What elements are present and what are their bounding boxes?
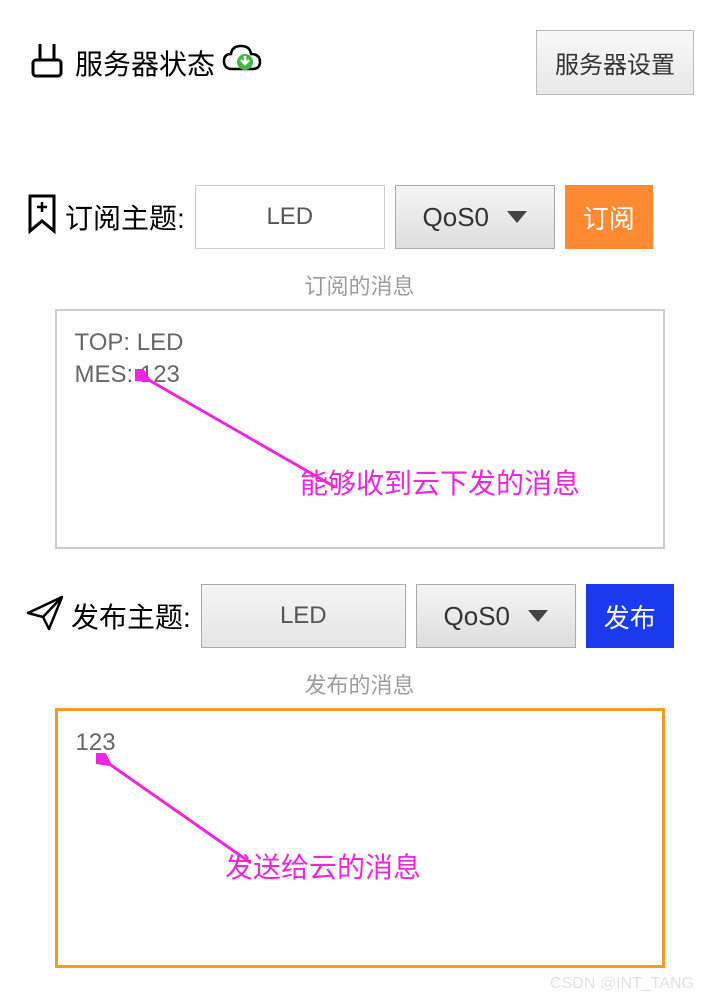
publish-qos-select[interactable]: QoS0 — [416, 584, 576, 648]
server-status-label: 服务器状态 — [75, 43, 215, 83]
bookmark-icon — [25, 193, 59, 242]
publish-topic-input[interactable] — [201, 584, 406, 648]
server-settings-button[interactable]: 服务器设置 — [536, 30, 694, 95]
publish-message-box[interactable]: 123 — [55, 708, 665, 968]
publish-label-group: 发布主题: — [25, 593, 191, 640]
subscribe-msg-top: TOP: LED — [75, 327, 645, 359]
publish-button[interactable]: 发布 — [586, 584, 674, 648]
chevron-down-icon — [528, 610, 548, 622]
subscribe-qos-value: QoS0 — [423, 202, 490, 233]
chevron-down-icon — [507, 211, 527, 223]
subscribe-message-box: TOP: LED MES: 123 — [55, 309, 665, 549]
publish-messages-caption: 发布的消息 — [25, 668, 694, 700]
watermark-text: CSDN @INT_TANG — [550, 975, 694, 993]
server-status-group: 服务器状态 — [25, 38, 263, 87]
subscribe-button[interactable]: 订阅 — [565, 185, 653, 249]
plug-icon — [25, 38, 69, 87]
publish-msg-value: 123 — [76, 727, 644, 759]
subscribe-label-group: 订阅主题: — [25, 193, 185, 242]
publish-qos-value: QoS0 — [444, 601, 511, 632]
cloud-status-icon — [221, 42, 263, 83]
subscribe-topic-label: 订阅主题: — [65, 197, 185, 237]
subscribe-msg-mes: MES: 123 — [75, 359, 645, 391]
paper-plane-icon — [25, 593, 65, 640]
arrow-annotation-icon — [96, 753, 266, 873]
subscribe-messages-caption: 订阅的消息 — [25, 269, 694, 301]
subscribe-topic-input[interactable] — [195, 185, 385, 249]
publish-topic-label: 发布主题: — [71, 596, 191, 636]
subscribe-qos-select[interactable]: QoS0 — [395, 185, 555, 249]
